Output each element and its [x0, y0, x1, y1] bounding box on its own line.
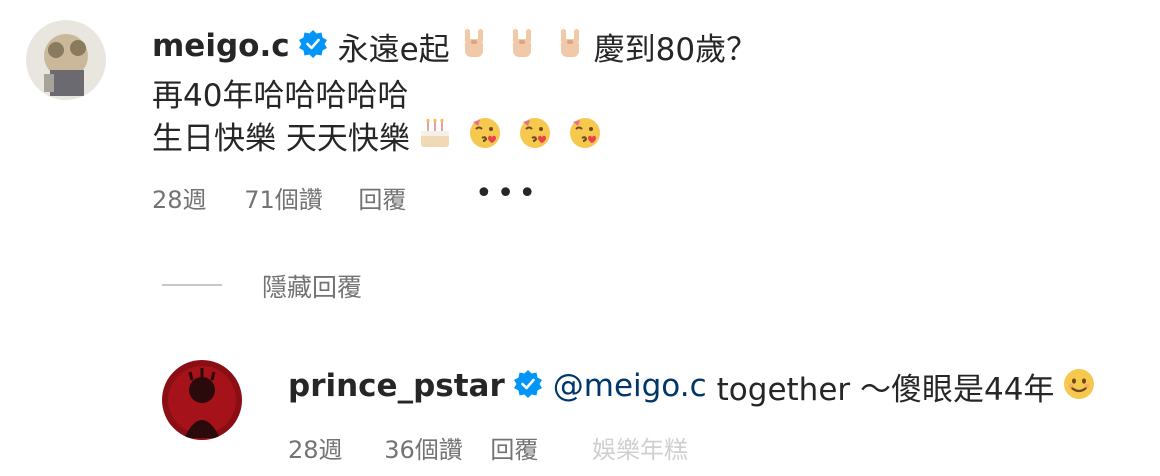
comment-text-part1: 永遠e起: [337, 31, 450, 68]
comment-username[interactable]: meigo.c: [152, 28, 290, 64]
reply-likes[interactable]: 36個讚: [384, 430, 463, 465]
reply-reply-button[interactable]: 回覆: [490, 430, 538, 465]
kissing-face-emoji: [468, 116, 502, 154]
comment-line-3: 生日快樂 天天快樂: [152, 113, 610, 157]
reply-username[interactable]: prince_pstar: [288, 368, 505, 404]
watermark: 娛樂年糕: [592, 436, 688, 464]
comment-text-part2: 慶到80歲？: [593, 31, 758, 68]
comment-reply-button[interactable]: 回覆: [358, 180, 406, 215]
comment-likes[interactable]: 71個讚: [244, 180, 323, 215]
verified-badge-icon: [513, 369, 543, 403]
hide-replies-line: [162, 284, 222, 286]
comment-line-2: 再40年哈哈哈哈哈: [152, 78, 409, 114]
comment-time: 28週: [152, 186, 207, 214]
reply-header: prince_pstar @meigo.c together 〜傻眼是44年: [288, 364, 1104, 408]
hide-replies-button[interactable]: 隱藏回覆: [262, 268, 362, 304]
more-options-icon[interactable]: •••: [475, 176, 540, 211]
avatar-meigo[interactable]: [26, 20, 106, 100]
reply-meta: 28週 36個讚 回覆: [288, 430, 538, 465]
reply-text: together 〜傻眼是44年: [716, 371, 1055, 408]
rock-on-hand-emoji: [458, 27, 490, 65]
reply-mention-link[interactable]: @meigo.c: [553, 368, 707, 404]
kissing-face-emoji: [518, 116, 552, 154]
avatar-prince[interactable]: [162, 360, 242, 440]
reply-time: 28週: [288, 436, 343, 464]
rock-on-hand-emoji: [506, 27, 538, 65]
comment-meta: 28週 71個讚 回覆: [152, 180, 406, 215]
birthday-cake-emoji: [418, 117, 452, 153]
smiling-face-emoji: [1062, 367, 1096, 405]
rock-on-hand-emoji: [554, 27, 586, 65]
kissing-face-emoji: [568, 116, 602, 154]
verified-badge-icon: [298, 29, 328, 63]
comment-line-3-text: 生日快樂 天天快樂: [152, 120, 410, 157]
comment-header: meigo.c 永遠e起 慶到80歲？: [152, 24, 757, 68]
